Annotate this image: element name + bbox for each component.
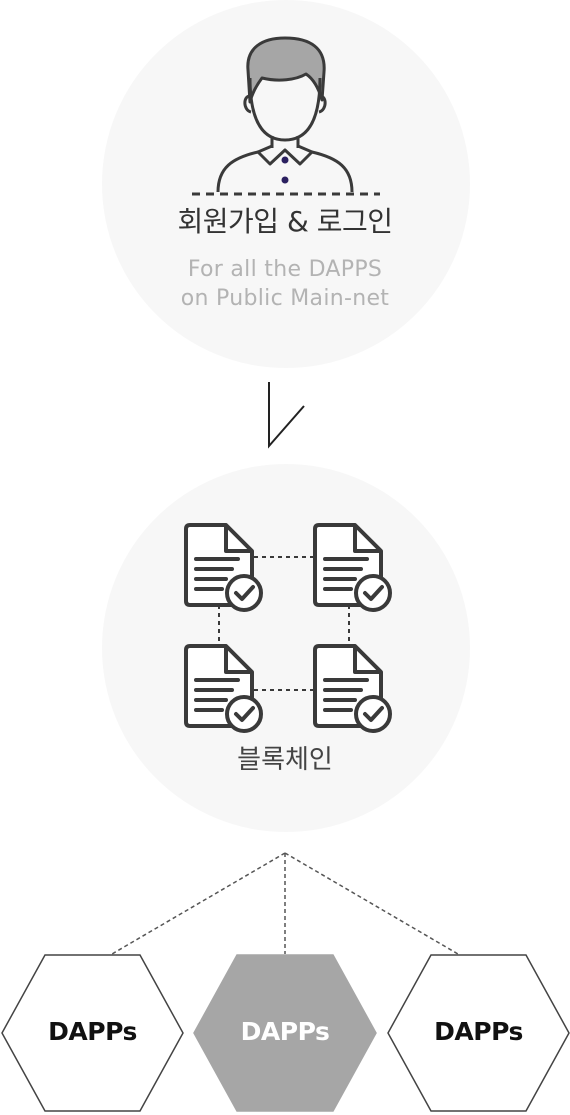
dapp-label-1[interactable]: DAPPs [2, 1017, 183, 1046]
dapp-hexagons [1, 954, 570, 1112]
dapp-label-2[interactable]: DAPPs [194, 1017, 376, 1046]
dapp-label-3[interactable]: DAPPs [388, 1017, 569, 1046]
